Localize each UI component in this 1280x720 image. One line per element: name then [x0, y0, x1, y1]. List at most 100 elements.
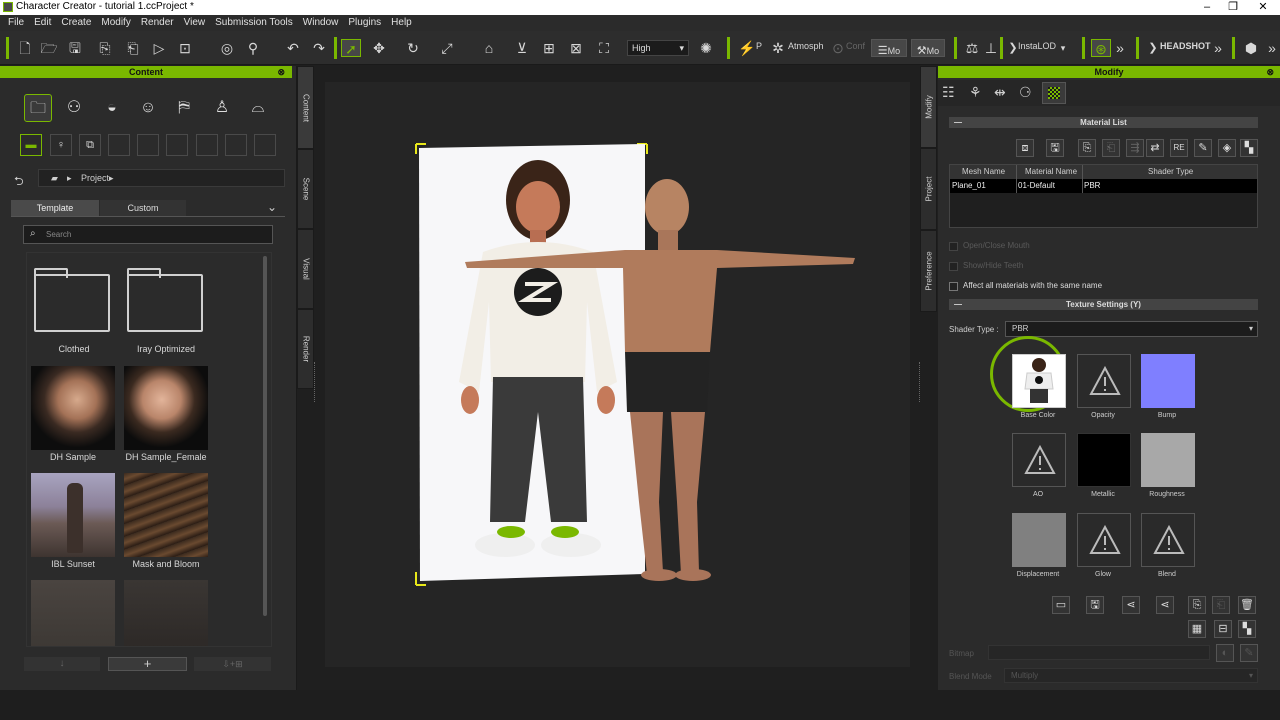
cloth-category-icon[interactable]: ⛿ — [170, 94, 198, 122]
search-input[interactable]: ⌕ Search — [23, 225, 273, 244]
show-hide-teeth-checkbox[interactable] — [949, 262, 958, 271]
tab-project[interactable]: Project — [920, 148, 937, 230]
close-button[interactable]: ✕ — [1246, 0, 1280, 15]
eyedropper-icon[interactable]: ✎ — [1194, 139, 1212, 157]
more-icon[interactable]: » — [1266, 39, 1278, 57]
copy-icon[interactable]: ⎘ — [1078, 139, 1096, 157]
empty-slot[interactable] — [225, 134, 247, 156]
delete-icon[interactable]: 🗑 — [1238, 596, 1256, 614]
texture-bump[interactable] — [1141, 354, 1195, 408]
close-panel-icon[interactable]: ⊗ — [277, 66, 285, 78]
save-material-icon[interactable]: 🖫 — [1046, 139, 1064, 157]
menu-plugins[interactable]: Plugins — [343, 15, 386, 31]
conform-icon[interactable]: ⊙ — [830, 39, 846, 57]
empty-slot[interactable] — [108, 134, 130, 156]
material-tab[interactable] — [1042, 82, 1066, 104]
tab-preference[interactable]: Preference — [920, 230, 937, 312]
export-icon[interactable]: ⎘ — [96, 39, 114, 57]
thumb-pose-1[interactable] — [31, 580, 115, 646]
texture-displacement[interactable] — [1012, 513, 1066, 567]
save-icon[interactable]: 🖫 — [66, 39, 84, 57]
share-all-icon[interactable]: ⋖ — [1156, 596, 1174, 614]
morph-icon[interactable]: ⇹ — [994, 84, 1006, 101]
empty-slot[interactable] — [196, 134, 218, 156]
thumb-mask-and-bloom[interactable] — [124, 473, 208, 557]
thumb-pose-2[interactable] — [124, 580, 208, 646]
scale-tool-icon[interactable]: ⤢ — [438, 39, 456, 57]
physics-icon[interactable]: ⚡ — [738, 39, 756, 57]
shader-type-select[interactable]: PBR ▾ — [1005, 321, 1258, 337]
undo-icon[interactable]: ↶ — [284, 39, 302, 57]
share-icon[interactable]: ⋖ — [1122, 596, 1140, 614]
plugin-icon[interactable]: ⬢ — [1242, 39, 1260, 57]
light-icon[interactable]: ✺ — [697, 39, 715, 57]
quality-select[interactable]: High ▾ — [627, 40, 689, 56]
texture-opacity[interactable] — [1077, 354, 1131, 408]
folder-clothed[interactable] — [34, 268, 110, 332]
splitter-handle[interactable] — [919, 362, 922, 402]
texture-metallic[interactable] — [1077, 433, 1131, 487]
headshot-icon[interactable]: ❯ — [1146, 39, 1160, 57]
pose-category-icon[interactable]: ♙ — [208, 94, 236, 122]
menu-create[interactable]: Create — [56, 15, 96, 31]
open-close-mouth-checkbox[interactable] — [949, 242, 958, 251]
new-file-icon[interactable]: 🗋 — [16, 39, 34, 57]
tab-scene[interactable]: Scene — [297, 149, 314, 229]
empty-slot[interactable] — [254, 134, 276, 156]
add-to-scene-button[interactable]: ⇩+⊞ — [194, 657, 271, 671]
modify-toggle[interactable]: ☰Mo — [871, 39, 907, 57]
import-icon[interactable]: ⎗ — [124, 39, 142, 57]
smart-gallery-icon[interactable]: ⊛ — [1091, 39, 1111, 57]
menu-render[interactable]: Render — [136, 15, 179, 31]
pose-icon[interactable]: ⚆ — [1019, 84, 1032, 101]
play-icon[interactable]: ▷ — [150, 39, 168, 57]
texture-view-icon[interactable]: ⊟ — [1214, 620, 1232, 638]
tab-visual[interactable]: Visual — [297, 229, 314, 309]
fit-icon[interactable]: ⊞ — [540, 39, 558, 57]
texture-roughness[interactable] — [1141, 433, 1195, 487]
menu-edit[interactable]: Edit — [29, 15, 56, 31]
maximize-button[interactable]: ❐ — [1216, 0, 1250, 15]
material-list-header[interactable]: — Material List — [949, 117, 1258, 128]
home-view-icon[interactable]: ⌂ — [478, 39, 500, 57]
paste-all-icon[interactable]: ⇶ — [1126, 139, 1144, 157]
texture-base-color[interactable] — [1012, 354, 1066, 408]
open-folder-icon[interactable]: 🗁 — [40, 39, 58, 57]
3d-viewport[interactable] — [325, 82, 910, 667]
motion-icon[interactable]: ⚘ — [969, 84, 982, 101]
camera-icon[interactable]: ◎ — [218, 39, 236, 57]
move-tool-icon[interactable]: ✥ — [368, 39, 390, 57]
save-texture-icon[interactable]: 🖫 — [1086, 596, 1104, 614]
thumb-dh-sample[interactable] — [31, 366, 115, 450]
rotate-tool-icon[interactable]: ↻ — [402, 39, 424, 57]
sliders-icon[interactable]: ☷ — [942, 84, 955, 101]
more-icon[interactable]: » — [1114, 39, 1126, 57]
paste-texture-icon[interactable]: ⎗ — [1212, 596, 1230, 614]
smooth-icon[interactable]: ⚖ — [963, 39, 981, 57]
redo-icon[interactable]: ↷ — [310, 39, 328, 57]
close-panel-icon[interactable]: ⊗ — [1266, 66, 1274, 78]
menu-help[interactable]: Help — [386, 15, 417, 31]
zoom-extent-icon[interactable]: ⛶ — [593, 39, 615, 57]
more-icon[interactable]: » — [1212, 39, 1224, 57]
texture-settings-header[interactable]: — Texture Settings (Y) — [949, 299, 1258, 310]
select-tool-icon[interactable]: ➚ — [341, 39, 361, 57]
bitmap-edit-icon[interactable]: ✎ — [1240, 644, 1258, 662]
swap-icon[interactable]: ⇄ — [1146, 139, 1164, 157]
load-texture-icon[interactable]: ▭ — [1052, 596, 1070, 614]
folder-category-icon[interactable]: 🗀 — [24, 94, 52, 122]
reset-icon[interactable]: RE — [1170, 139, 1188, 157]
checker-view-icon[interactable]: ▚ — [1238, 620, 1256, 638]
weight-icon[interactable]: ⊥ — [982, 39, 1000, 57]
table-row[interactable]: Plane_01 01-Default PBR — [950, 179, 1257, 193]
tab-custom[interactable]: Custom — [100, 200, 186, 216]
copy-texture-icon[interactable]: ⎘ — [1188, 596, 1206, 614]
collapse-icon[interactable]: ⌄ — [267, 200, 277, 214]
move-down-button[interactable]: ↓ — [24, 657, 100, 671]
folder-iray-optimized[interactable] — [127, 268, 203, 332]
atmosphere-icon[interactable]: ✲ — [770, 39, 786, 57]
texture-ao[interactable] — [1012, 433, 1066, 487]
empty-slot[interactable] — [137, 134, 159, 156]
empty-slot[interactable] — [166, 134, 188, 156]
menu-modify[interactable]: Modify — [96, 15, 135, 31]
